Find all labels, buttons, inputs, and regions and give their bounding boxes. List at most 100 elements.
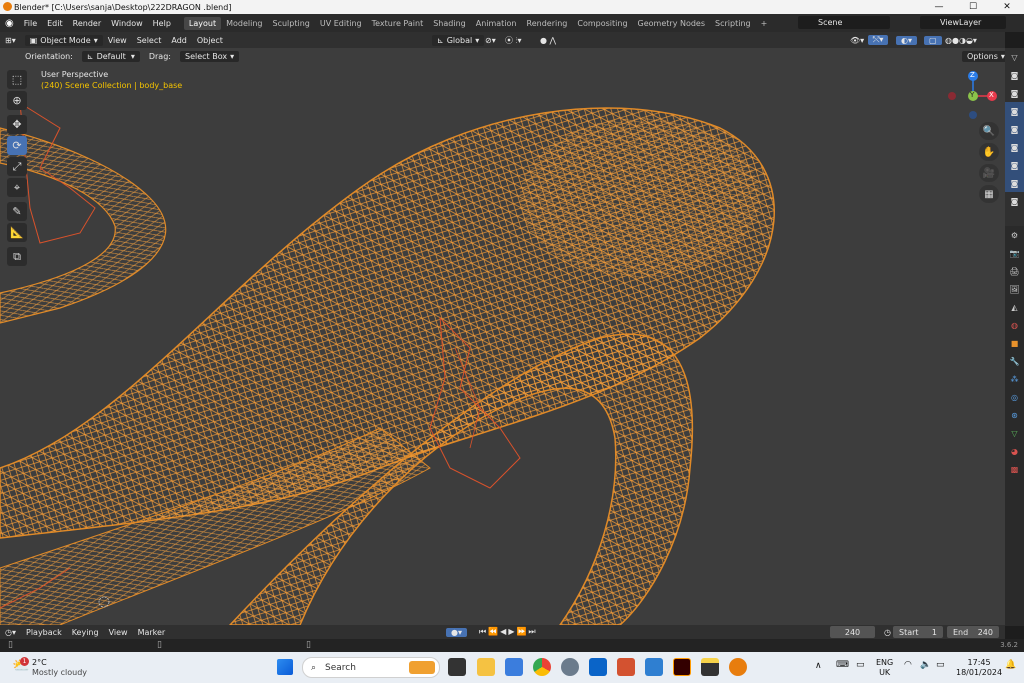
camera-visibility-icon[interactable]: ◙	[1005, 156, 1024, 174]
object-props-icon[interactable]: ■	[1005, 334, 1024, 352]
camera-visibility-icon[interactable]: ◙	[1005, 192, 1024, 210]
minimize-button[interactable]: —	[922, 0, 956, 14]
current-frame-field[interactable]: 240	[830, 626, 875, 638]
material-props-icon[interactable]: ◕	[1005, 442, 1024, 460]
illustrator-icon[interactable]	[673, 658, 691, 676]
blender-menu-icon[interactable]: ◉	[0, 18, 19, 29]
particles-props-icon[interactable]: ⁂	[1005, 370, 1024, 388]
proportional-edit-icon[interactable]: ● ⋀	[535, 36, 561, 45]
measure-tool-icon[interactable]: 📐	[7, 223, 27, 242]
pan-hand-icon[interactable]: ✋	[979, 143, 999, 161]
volume-icon[interactable]: 🔈	[920, 660, 931, 670]
notification-icon[interactable]: 🔔	[1005, 660, 1016, 670]
menu-render[interactable]: Render	[68, 19, 106, 28]
data-props-icon[interactable]: ▽	[1005, 424, 1024, 442]
battery-icon[interactable]: ▭	[936, 660, 945, 670]
weather-widget[interactable]: 2°C Mostly cloudy	[32, 658, 87, 678]
modifier-props-icon[interactable]: 🔧	[1005, 352, 1024, 370]
scene-selector[interactable]: Scene	[798, 16, 890, 29]
navigation-gizmo[interactable]: Z Y X	[945, 68, 1000, 123]
xray-toggle-icon[interactable]: ▢	[924, 35, 942, 45]
camera-visibility-icon[interactable]: ◙	[1005, 120, 1024, 138]
playback-controls[interactable]: ⏮⏪◀▶⏩⏭	[474, 627, 543, 637]
display-icon[interactable]: ▭	[856, 660, 865, 670]
world-props-icon[interactable]: ◍	[1005, 316, 1024, 334]
maximize-button[interactable]: ☐	[956, 0, 990, 14]
menu-select[interactable]: Select	[132, 36, 167, 45]
tool-props-icon[interactable]: ⚙	[1005, 226, 1024, 244]
viewlayer-selector[interactable]: ViewLayer	[920, 16, 1006, 29]
record-button[interactable]: ●▾	[446, 627, 467, 637]
rotate-tool-icon[interactable]: ⟳	[7, 136, 27, 155]
close-button[interactable]: ✕	[990, 0, 1024, 14]
tab-geometry-nodes[interactable]: Geometry Nodes	[633, 17, 710, 30]
add-cube-tool-icon[interactable]: ⧉	[7, 247, 27, 266]
outlook-icon[interactable]	[589, 658, 607, 676]
outliner-filter-icon[interactable]: ▽	[1005, 48, 1024, 66]
camera-visibility-icon[interactable]: ◙	[1005, 84, 1024, 102]
tab-layout[interactable]: Layout	[183, 16, 222, 30]
tray-chevron-icon[interactable]: ∧	[815, 661, 822, 671]
blender-taskbar-icon[interactable]	[729, 658, 747, 676]
shading-modes[interactable]: ◍●◑◒▾	[940, 36, 982, 45]
keyboard-icon[interactable]: ⌨	[836, 660, 849, 670]
start-frame-field[interactable]: Start 1	[893, 626, 943, 638]
scale-tool-icon[interactable]: ⤢	[7, 157, 27, 176]
transform-tool-icon[interactable]: ⌖	[7, 178, 27, 197]
tab-uv-editing[interactable]: UV Editing	[315, 17, 367, 30]
menu-edit[interactable]: Edit	[42, 19, 68, 28]
overlay-toggle-icon[interactable]: ◐▾	[896, 35, 917, 45]
tab-modeling[interactable]: Modeling	[221, 17, 267, 30]
select-tool-icon[interactable]: ⬚	[7, 70, 27, 89]
menu-view[interactable]: View	[103, 36, 132, 45]
menu-file[interactable]: File	[19, 19, 42, 28]
tab-animation[interactable]: Animation	[471, 17, 522, 30]
menu-window[interactable]: Window	[106, 19, 148, 28]
end-frame-field[interactable]: End 240	[947, 626, 999, 638]
timeline-marker-menu[interactable]: Marker	[133, 628, 171, 637]
clock[interactable]: 17:45 18/01/2024	[956, 658, 1002, 678]
drag-dropdown[interactable]: Select Box ▾	[179, 50, 240, 62]
editor-type-icon[interactable]: ⊞▾	[0, 36, 21, 45]
output-props-icon[interactable]: 🖨	[1005, 262, 1024, 280]
texture-props-icon[interactable]: ▩	[1005, 460, 1024, 478]
view-layer-props-icon[interactable]: 🖼	[1005, 280, 1024, 298]
pivot-icon[interactable]: ⊘▾	[480, 36, 501, 45]
tab-texture-paint[interactable]: Texture Paint	[367, 17, 429, 30]
grid-icon[interactable]: ▦	[979, 185, 999, 203]
office-icon[interactable]	[617, 658, 635, 676]
tab-shading[interactable]: Shading	[428, 17, 471, 30]
task-view-icon[interactable]	[448, 658, 466, 676]
render-props-icon[interactable]: 📷	[1005, 244, 1024, 262]
wifi-icon[interactable]: ◠	[904, 660, 912, 670]
timeline-keying-menu[interactable]: Keying	[67, 628, 104, 637]
camera-visibility-icon[interactable]: ◙	[1005, 102, 1024, 120]
file-explorer-icon[interactable]	[477, 658, 495, 676]
taskbar-search[interactable]: ⌕ Search	[302, 657, 440, 678]
camera-visibility-icon[interactable]: ◙	[1005, 174, 1024, 192]
physics-props-icon[interactable]: ◎	[1005, 388, 1024, 406]
timeline-view-menu[interactable]: View	[104, 628, 133, 637]
orientation-dropdown[interactable]: ⊾ Default ▾	[81, 50, 140, 62]
timeline-editor-icon[interactable]: ◷▾	[0, 628, 21, 637]
constraints-props-icon[interactable]: ⊛	[1005, 406, 1024, 424]
timeline-playback-menu[interactable]: Playback	[21, 628, 67, 637]
sticky-notes-icon[interactable]	[701, 658, 719, 676]
chrome-icon[interactable]	[533, 658, 551, 676]
menu-object[interactable]: Object	[192, 36, 228, 45]
menu-add[interactable]: Add	[166, 36, 192, 45]
cursor-tool-icon[interactable]: ⊕	[7, 91, 27, 110]
3d-viewport[interactable]: User Perspective (240) Scene Collection …	[0, 48, 1005, 625]
menu-help[interactable]: Help	[148, 19, 176, 28]
gizmo-toggle-icon[interactable]: ⤲▾	[868, 35, 889, 45]
camera-visibility-icon[interactable]: ◙	[1005, 66, 1024, 84]
annotate-tool-icon[interactable]: ✎	[7, 202, 27, 221]
tab-rendering[interactable]: Rendering	[522, 17, 573, 30]
language-indicator[interactable]: ENG UK	[876, 658, 893, 678]
add-workspace-button[interactable]: +	[756, 17, 773, 30]
tab-scripting[interactable]: Scripting	[710, 17, 756, 30]
zoom-icon[interactable]: 🔍	[979, 122, 999, 140]
snap-icon[interactable]: ⦿ ⫶▾	[500, 35, 527, 46]
tab-compositing[interactable]: Compositing	[572, 17, 632, 30]
mode-dropdown[interactable]: ▣ Object Mode ▾	[24, 34, 103, 46]
